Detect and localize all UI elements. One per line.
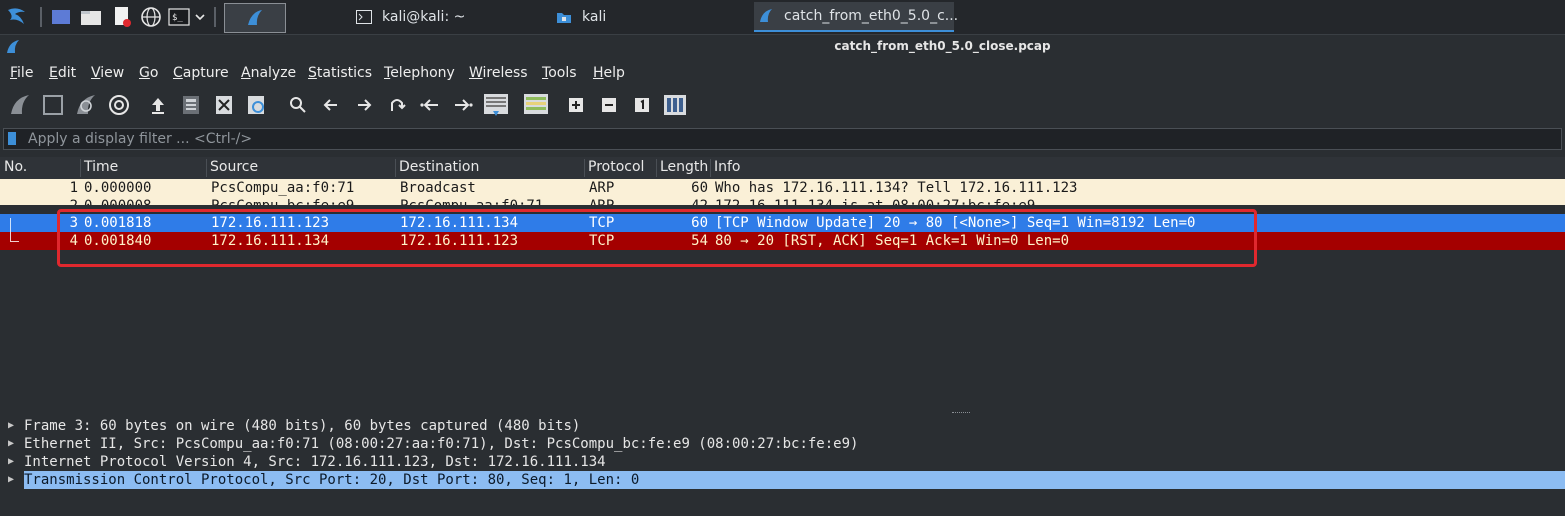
zoom-out-icon[interactable]: [596, 92, 622, 118]
detail-text: Frame 3: 60 bytes on wire (480 bits), 60…: [24, 418, 581, 434]
column-header-info[interactable]: Info: [714, 159, 741, 175]
files-icon[interactable]: [80, 6, 102, 28]
menu-wireless[interactable]: Wireless: [469, 65, 528, 81]
packet-list: No. Time Source Destination Protocol Len…: [0, 157, 1565, 409]
column-header-destination[interactable]: Destination: [399, 159, 479, 175]
packet-source: PcsCompu_bc:fe:e9: [211, 197, 354, 205]
expand-arrow-icon[interactable]: ▶: [8, 453, 14, 471]
bookmark-icon[interactable]: [8, 132, 16, 145]
detail-tree-item[interactable]: ▶ Internet Protocol Version 4, Src: 172.…: [0, 453, 1565, 471]
menu-capture[interactable]: Capture: [173, 65, 229, 81]
last-packet-icon[interactable]: [450, 92, 476, 118]
menu-view[interactable]: View: [91, 65, 124, 81]
wireshark-window-thumbnail[interactable]: [224, 3, 286, 33]
kali-menu-icon[interactable]: [4, 6, 30, 28]
go-back-icon[interactable]: [318, 92, 344, 118]
packet-length: 42: [660, 197, 708, 205]
window-title: catch_from_eth0_5.0_close.pcap: [834, 39, 1051, 53]
menu-edit[interactable]: Edit: [49, 65, 76, 81]
annotation-highlight-box: [57, 209, 1257, 267]
taskbar-task-label: kali: [582, 9, 607, 25]
display-filter-bar: [3, 128, 1562, 150]
menu-file[interactable]: File: [10, 65, 33, 81]
column-header-no[interactable]: No.: [4, 159, 27, 175]
column-header-length[interactable]: Length: [660, 159, 708, 175]
workspace-icon[interactable]: [50, 6, 72, 28]
menu-telephony[interactable]: Telephony: [384, 65, 455, 81]
resize-columns-icon[interactable]: [662, 92, 688, 118]
taskbar-task-label: kali@kali: ~: [382, 9, 466, 25]
chevron-down-icon[interactable]: [193, 6, 207, 28]
packet-length: 60: [691, 180, 708, 196]
window-titlebar[interactable]: catch_from_eth0_5.0_close.pcap: [0, 35, 1565, 59]
packet-no: 1: [69, 180, 78, 196]
stop-capture-icon[interactable]: [40, 92, 66, 118]
column-header-protocol[interactable]: Protocol: [588, 159, 644, 175]
packet-details: ▶ Frame 3: 60 bytes on wire (480 bits), …: [0, 417, 1565, 516]
menu-statistics[interactable]: Statistics: [308, 65, 372, 81]
packet-time: 0.000000: [84, 180, 152, 196]
terminal-icon: [356, 10, 372, 24]
folder-icon: [556, 10, 572, 24]
menu-help[interactable]: Help: [593, 65, 625, 81]
detail-text: Internet Protocol Version 4, Src: 172.16…: [24, 454, 606, 470]
detail-tree-item-selected[interactable]: ▶ Transmission Control Protocol, Src Por…: [0, 471, 1565, 489]
taskbar-task-label: catch_from_eth0_5.0_c...: [784, 8, 959, 24]
packet-info: 172.16.111.134 is at 08:00:27:bc:fe:e9: [715, 197, 1035, 205]
wireshark-icon: [758, 8, 774, 24]
taskbar-task-files[interactable]: kali: [556, 2, 746, 32]
open-file-icon[interactable]: [145, 92, 171, 118]
detail-text: Transmission Control Protocol, Src Port:…: [24, 471, 1565, 489]
splitter-grip[interactable]: [952, 412, 970, 415]
menu-go[interactable]: Go: [139, 65, 158, 81]
normal-size-icon[interactable]: [629, 92, 655, 118]
terminal-launcher-icon[interactable]: $_: [168, 6, 190, 28]
column-header-time[interactable]: Time: [84, 159, 118, 175]
browser-icon[interactable]: [140, 6, 162, 28]
menu-analyze[interactable]: Analyze: [241, 65, 296, 81]
column-header-source[interactable]: Source: [210, 159, 258, 175]
zoom-in-icon[interactable]: [563, 92, 589, 118]
packet-source: PcsCompu_aa:f0:71: [211, 180, 355, 196]
detail-tree-item[interactable]: ▶ Ethernet II, Src: PcsCompu_aa:f0:71 (0…: [0, 435, 1565, 453]
find-packet-icon[interactable]: [285, 92, 311, 118]
packet-info: Who has 172.16.111.134? Tell 172.16.111.…: [715, 180, 1078, 196]
packet-destination: Broadcast: [400, 180, 476, 196]
main-toolbar: [0, 87, 1565, 123]
packet-row[interactable]: 1 0.000000 PcsCompu_aa:f0:71 Broadcast A…: [0, 179, 1565, 197]
go-to-packet-icon[interactable]: [384, 92, 410, 118]
colorize-icon[interactable]: [522, 92, 550, 118]
packet-protocol: ARP: [589, 197, 614, 205]
text-editor-icon[interactable]: [111, 6, 133, 28]
taskbar-task-wireshark[interactable]: catch_from_eth0_5.0_c...: [754, 2, 958, 32]
packet-row[interactable]: 2 0.000008 PcsCompu_bc:fe:e9 PcsCompu_aa…: [0, 197, 1565, 205]
autoscroll-icon[interactable]: [482, 92, 510, 118]
packet-protocol: ARP: [589, 180, 615, 196]
go-forward-icon[interactable]: [351, 92, 377, 118]
restart-capture-icon[interactable]: [73, 92, 99, 118]
first-packet-icon[interactable]: [417, 92, 443, 118]
reload-file-icon[interactable]: [244, 92, 270, 118]
close-file-icon[interactable]: [211, 92, 237, 118]
save-file-icon[interactable]: [178, 92, 204, 118]
packet-list-header: No. Time Source Destination Protocol Len…: [0, 157, 1565, 180]
display-filter-input[interactable]: [24, 129, 1562, 149]
packet-time: 0.000008: [84, 197, 151, 205]
menu-bar: File Edit View Go Capture Analyze Statis…: [0, 60, 1565, 86]
pane-splitter[interactable]: [0, 409, 1565, 417]
taskbar-task-terminal[interactable]: kali@kali: ~: [356, 2, 546, 32]
expand-arrow-icon[interactable]: ▶: [8, 417, 14, 435]
detail-text: Ethernet II, Src: PcsCompu_aa:f0:71 (08:…: [24, 436, 859, 452]
taskbar: $_ kali@kali: ~ kali catch_from_eth0_5.0…: [0, 0, 1565, 35]
expand-arrow-icon[interactable]: ▶: [8, 471, 14, 489]
packet-no: 2: [0, 197, 78, 205]
svg-text:$_: $_: [172, 13, 183, 23]
start-capture-icon[interactable]: [7, 92, 33, 118]
detail-tree-item[interactable]: ▶ Frame 3: 60 bytes on wire (480 bits), …: [0, 417, 1565, 435]
packet-destination: PcsCompu_aa:f0:71: [400, 197, 543, 205]
capture-options-icon[interactable]: [106, 92, 132, 118]
expand-arrow-icon[interactable]: ▶: [8, 435, 14, 453]
menu-tools[interactable]: Tools: [542, 65, 577, 81]
